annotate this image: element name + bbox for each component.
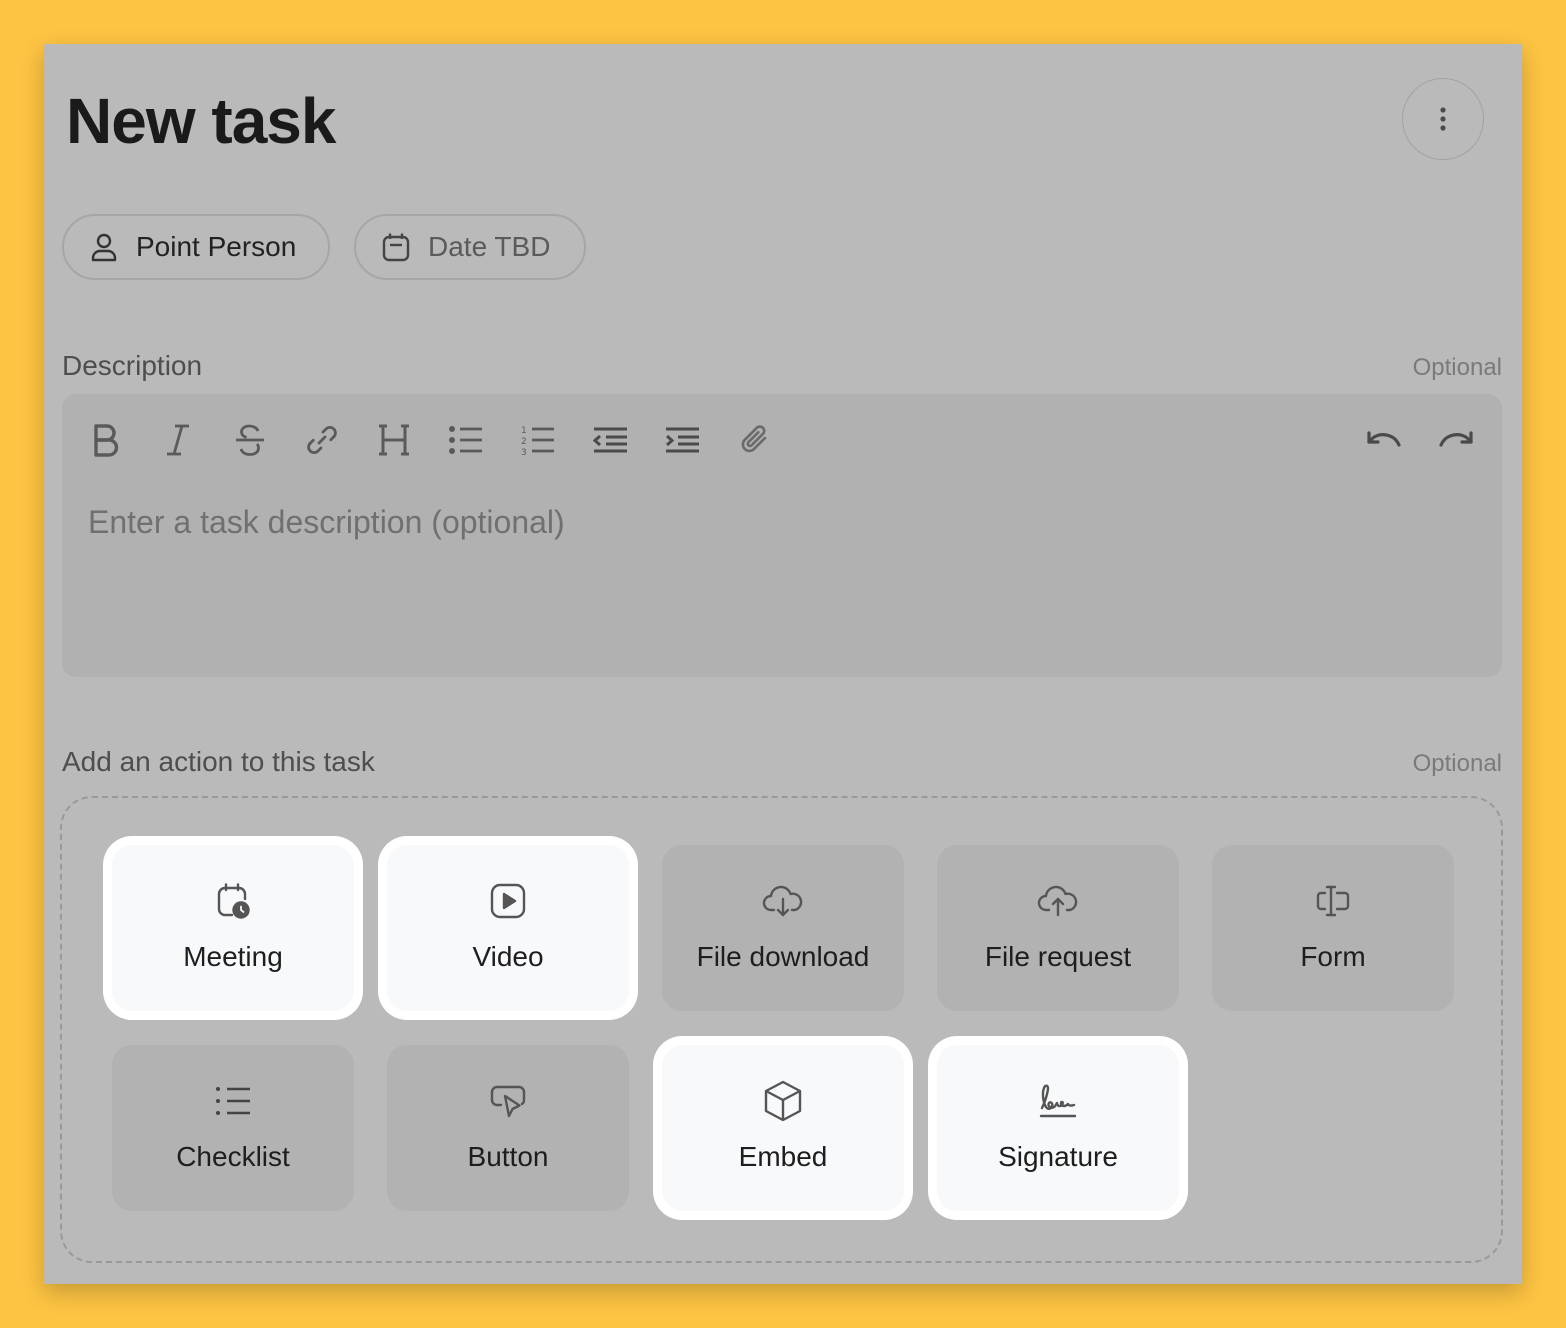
cube-icon <box>763 1080 803 1122</box>
redo-icon <box>1437 427 1475 453</box>
undo-icon <box>1365 427 1403 453</box>
description-optional: Optional <box>1412 354 1502 381</box>
svg-text:2: 2 <box>521 437 527 447</box>
action-button[interactable]: Button <box>387 1045 629 1211</box>
actions-optional: Optional <box>1412 750 1502 777</box>
action-label: Meeting <box>183 941 283 972</box>
calendar-icon <box>382 232 410 262</box>
checklist-icon <box>215 1081 251 1121</box>
description-editor[interactable]: 123 Enter a task description (optional) <box>62 394 1502 677</box>
video-play-icon <box>490 881 526 921</box>
action-label: File request <box>984 941 1132 972</box>
date-button[interactable]: Date TBD <box>354 214 586 280</box>
description-label: Description <box>62 350 203 381</box>
link-icon <box>306 424 338 456</box>
action-label: Embed <box>738 1141 828 1172</box>
redo-button[interactable] <box>1436 420 1476 460</box>
outdent-button[interactable] <box>590 420 630 460</box>
undo-button[interactable] <box>1364 420 1404 460</box>
action-label: File download <box>696 941 870 972</box>
bold-icon <box>91 423 121 457</box>
paperclip-icon <box>739 424 769 456</box>
user-icon <box>90 232 118 262</box>
date-label: Date TBD <box>428 231 551 262</box>
action-meeting[interactable]: Meeting <box>112 845 354 1011</box>
action-checklist[interactable]: Checklist <box>112 1045 354 1211</box>
actions-label: Add an action to this task <box>62 746 375 777</box>
action-label: Form <box>1300 941 1366 972</box>
numbered-list-icon: 123 <box>521 424 555 456</box>
action-label: Checklist <box>176 1141 290 1172</box>
cloud-upload-icon <box>1037 881 1079 921</box>
svg-text:3: 3 <box>521 448 527 456</box>
more-vertical-icon <box>1439 106 1447 132</box>
description-placeholder: Enter a task description (optional) <box>88 504 565 540</box>
action-embed[interactable]: Embed <box>662 1045 904 1211</box>
action-label: Signature <box>998 1141 1118 1172</box>
numbered-list-button[interactable]: 123 <box>518 420 558 460</box>
form-input-icon <box>1315 881 1351 921</box>
action-signature[interactable]: Signature <box>937 1045 1179 1211</box>
calendar-clock-icon <box>215 881 251 921</box>
pointer-click-icon <box>489 1081 527 1121</box>
link-button[interactable] <box>302 420 342 460</box>
attach-button[interactable] <box>734 420 774 460</box>
action-label: Button <box>467 1141 549 1172</box>
more-options-button[interactable] <box>1402 78 1484 160</box>
bulleted-list-icon <box>449 425 483 455</box>
cloud-download-icon <box>762 881 804 921</box>
new-task-panel: New task Point Person Date TBD Descripti… <box>44 44 1522 1284</box>
heading-button[interactable] <box>374 420 414 460</box>
action-file-request[interactable]: File request <box>937 845 1179 1011</box>
strikethrough-button[interactable] <box>230 420 270 460</box>
action-video[interactable]: Video <box>387 845 629 1011</box>
indent-icon <box>664 426 700 454</box>
bulleted-list-button[interactable] <box>446 420 486 460</box>
action-label: Video <box>472 941 544 972</box>
heading-icon <box>378 424 410 456</box>
svg-text:1: 1 <box>521 426 527 436</box>
bold-button[interactable] <box>86 420 126 460</box>
page-title: New task <box>66 85 336 157</box>
italic-icon <box>164 423 192 457</box>
strikethrough-icon <box>234 423 266 457</box>
action-file-download[interactable]: File download <box>662 845 904 1011</box>
indent-button[interactable] <box>662 420 702 460</box>
action-form[interactable]: Form <box>1212 845 1454 1011</box>
outdent-icon <box>592 426 628 454</box>
action-dropzone: Meeting Video File download File request <box>60 796 1503 1263</box>
point-person-label: Point Person <box>136 231 297 262</box>
italic-button[interactable] <box>158 420 198 460</box>
point-person-button[interactable]: Point Person <box>62 214 330 280</box>
signature-icon <box>1038 1081 1078 1121</box>
